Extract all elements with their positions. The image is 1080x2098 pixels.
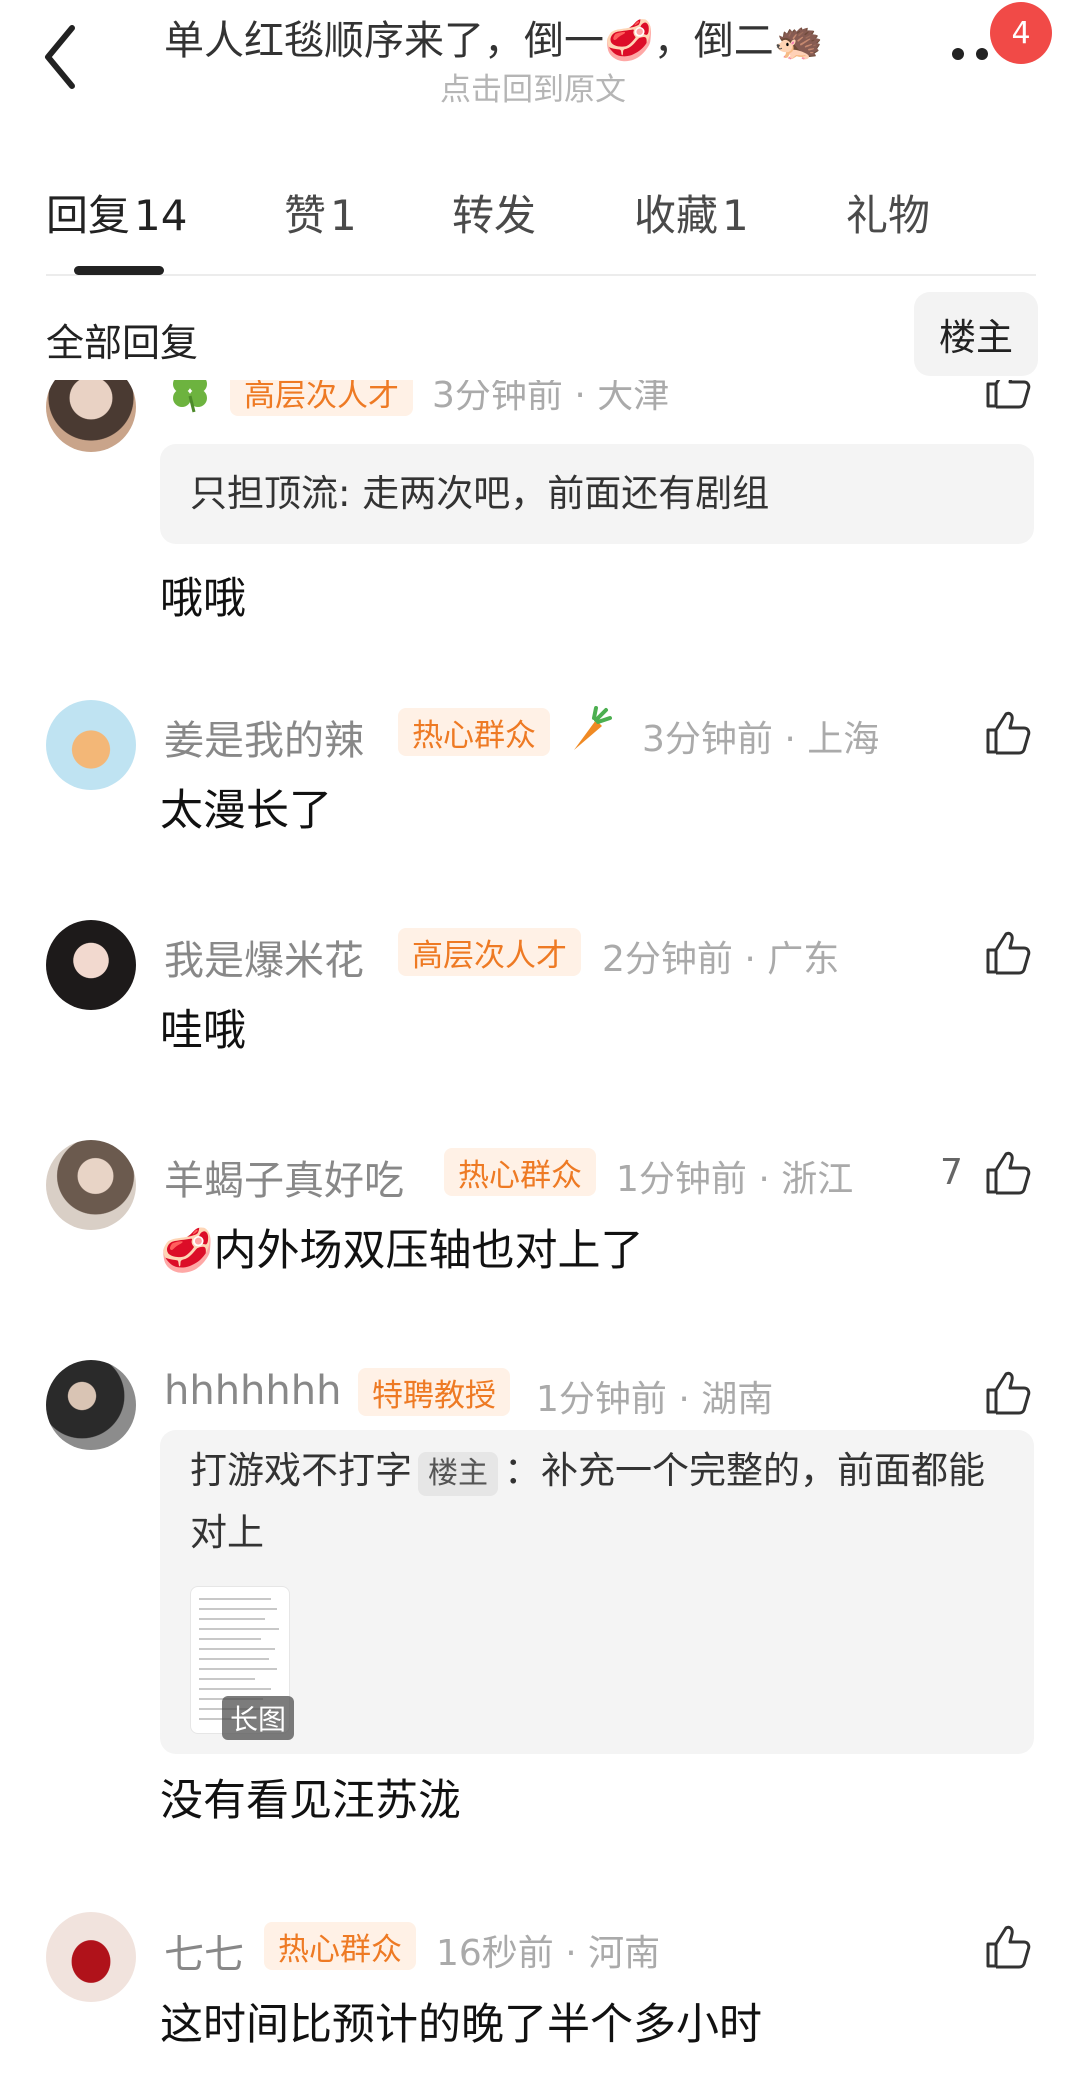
comment-meta: 3分钟前 · 上海: [642, 710, 879, 762]
avatar[interactable]: [46, 700, 136, 790]
username[interactable]: 羊蝎子真好吃: [164, 1148, 404, 1206]
comment-item: 高层次人才 3分钟前 · 大津 只担顶流: 走两次吧，前面还有剧组 哦哦: [0, 380, 1080, 640]
avatar[interactable]: [46, 380, 136, 452]
username[interactable]: 七七: [164, 1922, 244, 1980]
meta-separator: ·: [758, 1159, 770, 1200]
comment-meta: 16秒前 · 河南: [436, 1924, 660, 1976]
carrot-icon: [574, 706, 612, 750]
user-badge: 特聘教授: [358, 1368, 510, 1416]
quoted-reply-text: 打游戏不打字 楼主 ：补充一个完整的，前面都能对上: [190, 1440, 1010, 1564]
comment-time: 2分钟前: [602, 939, 733, 980]
username[interactable]: 姜是我的辣: [164, 708, 364, 766]
tab-favorites[interactable]: 收藏1: [634, 182, 749, 243]
username[interactable]: 我是爆米花: [164, 928, 364, 986]
meta-separator: ·: [574, 380, 586, 416]
tab-label: 回复: [46, 191, 131, 240]
op-only-filter-button[interactable]: 楼主: [914, 292, 1038, 376]
comment-location: 湖南: [701, 1379, 774, 1420]
post-title[interactable]: 单人红毯顺序来了，倒一🥩，倒二🦔: [164, 8, 824, 66]
comment-text: 哦哦: [160, 574, 246, 624]
comment-text: 这时间比预计的晚了半个多小时: [160, 2000, 762, 2050]
user-badge: 热心群众: [444, 1148, 596, 1196]
op-tag: 楼主: [418, 1452, 498, 1496]
notification-badge[interactable]: 4: [990, 2, 1052, 64]
comment-item: 姜是我的辣 热心群众 3分钟前 · 上海 太漫长了: [0, 696, 1080, 836]
like-icon[interactable]: [982, 708, 1032, 758]
avatar[interactable]: [46, 920, 136, 1010]
like-icon[interactable]: [982, 928, 1032, 978]
tab-count: 1: [722, 191, 749, 240]
tab-gifts[interactable]: 礼物: [846, 182, 930, 243]
tab-count: 1: [330, 191, 357, 240]
comment-time: 3分钟前: [642, 719, 773, 760]
tab-divider: [46, 274, 1036, 276]
comment-text: 太漫长了: [160, 786, 332, 836]
meta-separator: ·: [678, 1379, 690, 1420]
comment-meta: 1分钟前 · 湖南: [536, 1370, 773, 1422]
user-badge: 高层次人才: [398, 928, 581, 976]
tab-replies[interactable]: 回复14: [46, 182, 187, 243]
quoted-reply[interactable]: 只担顶流: 走两次吧，前面还有剧组: [160, 444, 1034, 544]
meta-separator: ·: [784, 719, 796, 760]
like-icon[interactable]: [982, 1368, 1032, 1418]
meta-separator: ·: [565, 1933, 577, 1974]
quoted-reply[interactable]: 打游戏不打字 楼主 ：补充一个完整的，前面都能对上 长图: [160, 1430, 1034, 1754]
comment-meta: 2分钟前 · 广东: [602, 930, 839, 982]
comment-text: 哇哦: [160, 1006, 246, 1056]
comment-item: 羊蝎子真好吃 热心群众 1分钟前 · 浙江 7 🥩内外场双压轴也对上了: [0, 1136, 1080, 1276]
more-options-icon[interactable]: [952, 48, 996, 60]
comment-time: 3分钟前: [432, 380, 563, 416]
comment-location: 浙江: [781, 1159, 854, 1200]
tab-reposts[interactable]: 转发: [452, 182, 536, 243]
comment-meta: 1分钟前 · 浙江: [616, 1150, 853, 1202]
avatar[interactable]: [46, 1140, 136, 1230]
quoted-user[interactable]: 只担顶流: [190, 472, 338, 515]
tab-label: 收藏: [634, 191, 719, 240]
tab-count: 14: [134, 191, 188, 240]
comment-text: 🥩内外场双压轴也对上了: [160, 1226, 644, 1276]
quoted-user[interactable]: 打游戏不打字: [190, 1449, 412, 1492]
comment-location: 河南: [588, 1933, 661, 1974]
back-to-post-link[interactable]: 点击回到原文: [440, 64, 626, 109]
tab-label: 转发: [452, 191, 537, 240]
like-icon[interactable]: [982, 1148, 1032, 1198]
tab-likes[interactable]: 赞1: [284, 182, 357, 243]
all-replies-label: 全部回复: [46, 321, 199, 365]
quoted-content: : 走两次吧，前面还有剧组: [338, 472, 770, 515]
tab-label: 礼物: [846, 191, 931, 240]
meta-separator: ·: [744, 939, 756, 980]
comment-location: 广东: [767, 939, 840, 980]
clover-icon: [173, 380, 207, 413]
comment-location: 上海: [807, 719, 880, 760]
user-badge: 高层次人才: [230, 380, 413, 416]
comment-item: 我是爆米花 高层次人才 2分钟前 · 广东 哇哦: [0, 916, 1080, 1056]
comment-item: 七七 热心群众 16秒前 · 河南 这时间比预计的晚了半个多小时: [0, 1910, 1080, 2060]
comment-time: 1分钟前: [616, 1159, 747, 1200]
comment-time: 1分钟前: [536, 1379, 667, 1420]
long-image-label: 长图: [222, 1696, 295, 1740]
like-count: 7: [940, 1152, 963, 1193]
comment-meta: 3分钟前 · 大津: [432, 380, 669, 418]
like-icon[interactable]: [982, 380, 1032, 412]
avatar[interactable]: [46, 1912, 136, 2002]
comment-time: 16秒前: [436, 1933, 554, 1974]
comment-text: 没有看见汪苏泷: [160, 1776, 461, 1826]
comment-item: hhhhhhh 特聘教授 1分钟前 · 湖南 打游戏不打字 楼主 ：补充一个完整的，…: [0, 1356, 1080, 1826]
username[interactable]: hhhhhhh: [164, 1368, 341, 1414]
user-badge: 热心群众: [398, 708, 550, 756]
avatar[interactable]: [46, 1360, 136, 1450]
back-arrow-icon[interactable]: [40, 22, 80, 92]
comment-location: 大津: [597, 380, 670, 416]
like-icon[interactable]: [982, 1922, 1032, 1972]
active-tab-indicator: [74, 266, 164, 275]
tab-label: 赞: [284, 191, 327, 240]
quoted-reply-text: 只担顶流: 走两次吧，前面还有剧组: [190, 463, 769, 525]
user-badge: 热心群众: [264, 1922, 416, 1970]
